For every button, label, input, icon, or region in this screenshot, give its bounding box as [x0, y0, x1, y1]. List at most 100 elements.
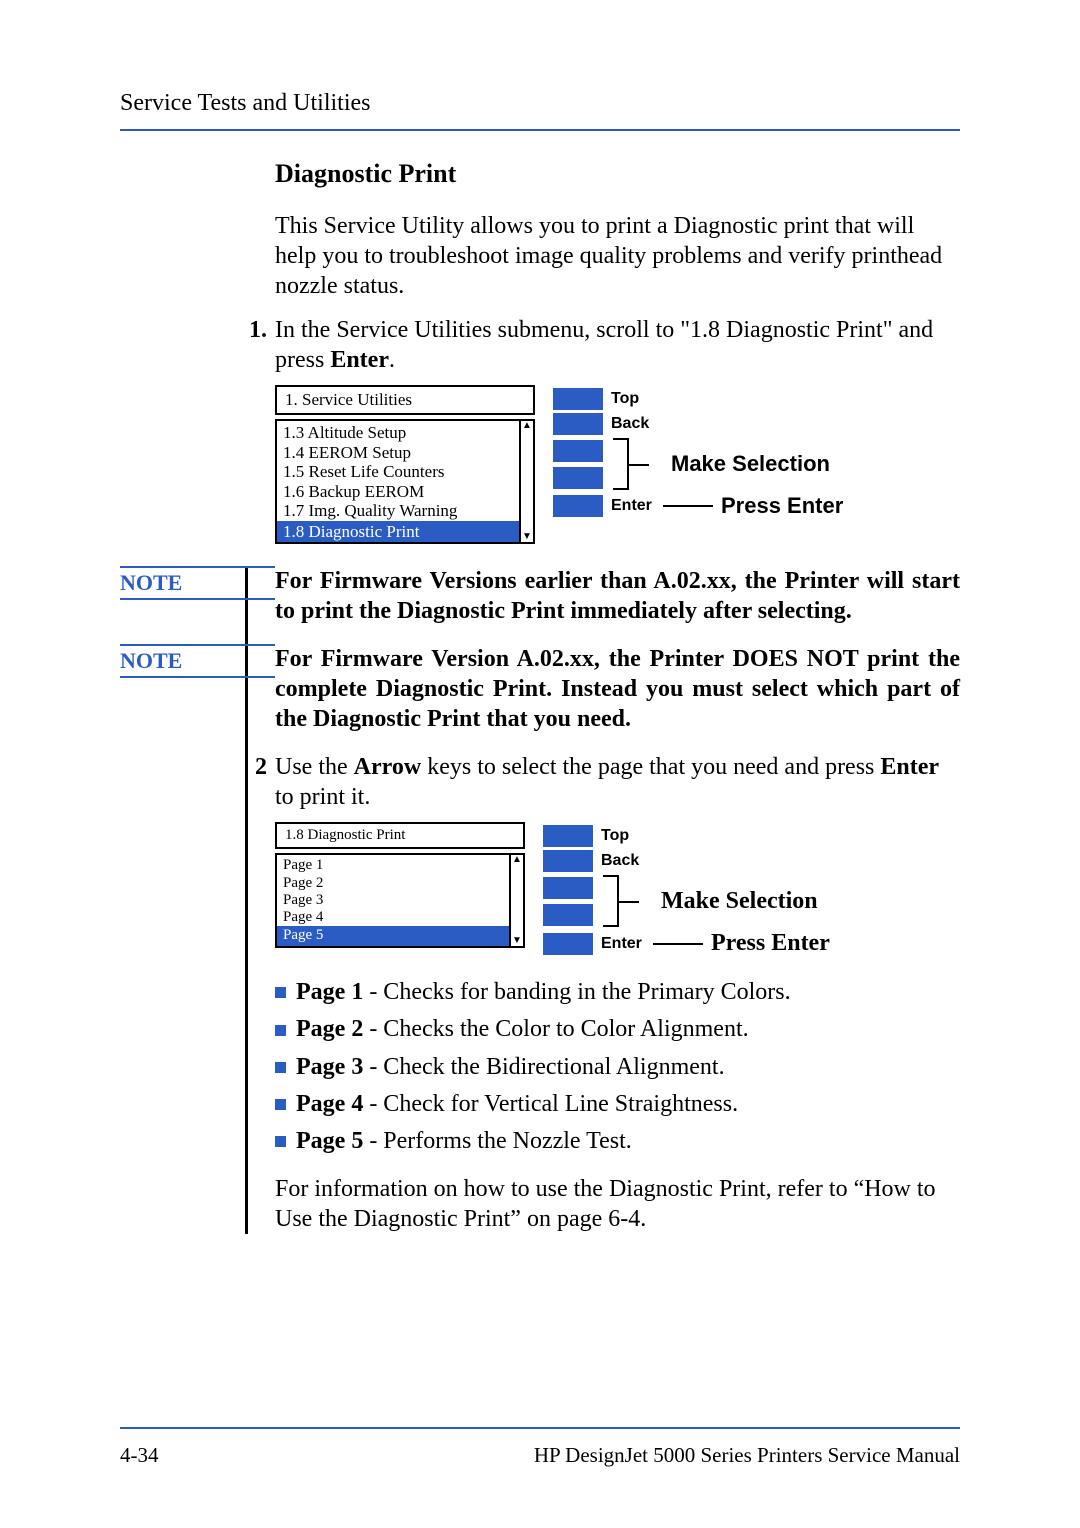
btn-back-row-2: Back — [543, 850, 863, 872]
lcd1-item: 1.6 Backup EEROM — [283, 482, 515, 502]
button-legend-1: Top Back — [553, 385, 873, 544]
btn-top-row: Top — [553, 388, 873, 410]
btn-back-row: Back — [553, 413, 873, 435]
lcd1-header: 1. Service Utilities — [275, 385, 535, 415]
btn-arrows-row-2: Make Selection — [543, 875, 863, 927]
lcd2-item: Page 4 — [283, 909, 505, 926]
enter-button-icon — [553, 495, 603, 517]
bullet-icon — [275, 1136, 286, 1147]
intro-paragraph: This Service Utility allows you to print… — [275, 211, 960, 301]
enter-button-icon — [543, 933, 593, 955]
top-button-icon — [553, 388, 603, 410]
step-2-body: Use the Arrow keys to select the page th… — [275, 752, 960, 812]
step-2-enter: Enter — [880, 754, 939, 780]
connector-line — [653, 943, 703, 945]
lcd2-scrollbar: ▲ ▼ — [509, 855, 523, 945]
step-1: 1. In the Service Utilities submenu, scr… — [240, 315, 960, 375]
lcd-panel-1: 1. Service Utilities 1.3 Altitude Setup … — [275, 385, 535, 544]
page-1-label: Page 1 — [296, 979, 363, 1005]
page-desc-4: Page 4 - Check for Vertical Line Straigh… — [275, 1086, 960, 1123]
make-selection-label: Make Selection — [661, 888, 818, 915]
manual-title: HP DesignJet 5000 Series Printers Servic… — [534, 1443, 960, 1468]
lcd-diagram-2: 1.8 Diagnostic Print Page 1 Page 2 Page … — [275, 822, 960, 960]
lcd2-item: Page 3 — [283, 892, 505, 909]
back-button-icon — [553, 413, 603, 435]
button-legend-2: Top Back — [543, 822, 863, 960]
lcd2-body: Page 1 Page 2 Page 3 Page 4 Page 5 ▲ ▼ — [275, 853, 525, 947]
page-desc-5: Page 5 - Performs the Nozzle Test. — [275, 1123, 960, 1160]
step-1-text-c: . — [389, 347, 395, 373]
step-1-body: In the Service Utilities submenu, scroll… — [275, 315, 960, 375]
footer-line: 4-34 HP DesignJet 5000 Series Printers S… — [120, 1443, 960, 1468]
btn-enter-row: Enter Press Enter — [553, 493, 873, 519]
body-column: Diagnostic Print This Service Utility al… — [275, 159, 960, 1248]
page-desc-2: Page 2 - Checks the Color to Color Align… — [275, 1011, 960, 1048]
page-4-label: Page 4 — [296, 1091, 363, 1117]
brace-icon — [603, 875, 619, 927]
scroll-down-icon: ▼ — [522, 532, 532, 542]
enter-button-label: Enter — [601, 935, 645, 953]
top-rule — [120, 129, 960, 131]
arrow-up-button-icon — [553, 440, 603, 462]
page-desc-1: Page 1 - Checks for banding in the Prima… — [275, 974, 960, 1011]
btn-top-row-2: Top — [543, 825, 863, 847]
page-1-text: - Checks for banding in the Primary Colo… — [363, 979, 790, 1005]
top-button-icon — [543, 825, 593, 847]
lcd1-item: 1.5 Reset Life Counters — [283, 462, 515, 482]
bottom-rule — [120, 1427, 960, 1429]
press-enter-label: Press Enter — [711, 930, 830, 957]
btn-arrows-row: Make Selection — [553, 438, 873, 490]
back-button-label: Back — [601, 852, 645, 870]
top-button-label: Top — [601, 827, 645, 845]
lcd2-list: Page 1 Page 2 Page 3 Page 4 Page 5 — [277, 855, 509, 945]
back-button-icon — [543, 850, 593, 872]
lcd1-item: 1.7 Img. Quality Warning — [283, 501, 515, 521]
cross-reference: For information on how to use the Diagno… — [275, 1174, 960, 1234]
scroll-up-icon: ▲ — [522, 421, 532, 431]
brace-icon — [613, 438, 629, 490]
page-desc-3: Page 3 - Check the Bidirectional Alignme… — [275, 1049, 960, 1086]
lcd1-list: 1.3 Altitude Setup 1.4 EEROM Setup 1.5 R… — [277, 421, 519, 542]
lcd-diagram-1: 1. Service Utilities 1.3 Altitude Setup … — [275, 385, 960, 544]
lcd1-item: 1.3 Altitude Setup — [283, 423, 515, 443]
note-1-body: For Firmware Versions earlier than A.02.… — [275, 566, 960, 626]
margin-column — [120, 159, 275, 1248]
lcd1-body: 1.3 Altitude Setup 1.4 EEROM Setup 1.5 R… — [275, 419, 535, 544]
step-2: 2 Use the Arrow keys to select the page … — [245, 752, 960, 812]
press-enter-label: Press Enter — [721, 493, 843, 519]
bullet-icon — [275, 987, 286, 998]
lcd-panel-2: 1.8 Diagnostic Print Page 1 Page 2 Page … — [275, 822, 525, 960]
lcd1-scrollbar: ▲ ▼ — [519, 421, 533, 542]
section-heading: Diagnostic Print — [275, 159, 960, 189]
step-2-text-a: Use the — [275, 754, 354, 780]
lcd1-selected: 1.8 Diagnostic Print — [277, 521, 519, 543]
page-4-text: - Check for Vertical Line Straightness. — [363, 1091, 738, 1117]
arrow-down-button-icon — [543, 904, 593, 926]
page: Service Tests and Utilities Diagnostic P… — [0, 0, 1080, 1528]
page-3-text: - Check the Bidirectional Alignment. — [363, 1054, 724, 1080]
page-5-text: - Performs the Nozzle Test. — [363, 1128, 631, 1154]
change-bar-block: NOTE For Firmware Versions earlier than … — [245, 566, 960, 1234]
page-2-label: Page 2 — [296, 1016, 363, 1042]
note-2-body: For Firmware Version A.02.xx, the Printe… — [275, 644, 960, 734]
lcd1-item: 1.4 EEROM Setup — [283, 443, 515, 463]
bullet-icon — [275, 1062, 286, 1073]
step-2-arrow: Arrow — [354, 754, 422, 780]
scroll-up-icon: ▲ — [512, 855, 522, 865]
lcd2-selected: Page 5 — [277, 926, 509, 945]
make-selection-label: Make Selection — [671, 451, 830, 477]
bullet-icon — [275, 1025, 286, 1036]
page-2-text: - Checks the Color to Color Alignment. — [363, 1016, 748, 1042]
enter-button-label: Enter — [611, 497, 655, 515]
step-2-text-c: keys to select the page that you need an… — [421, 754, 880, 780]
content-area: Diagnostic Print This Service Utility al… — [120, 159, 960, 1248]
running-header: Service Tests and Utilities — [120, 90, 960, 117]
scroll-down-icon: ▼ — [512, 936, 522, 946]
lcd2-item: Page 1 — [283, 857, 505, 874]
lcd2-header: 1.8 Diagnostic Print — [275, 822, 525, 849]
connector-line — [663, 505, 713, 507]
page-3-label: Page 3 — [296, 1054, 363, 1080]
top-button-label: Top — [611, 390, 655, 408]
arrow-up-button-icon — [543, 877, 593, 899]
step-1-enter: Enter — [330, 347, 389, 373]
